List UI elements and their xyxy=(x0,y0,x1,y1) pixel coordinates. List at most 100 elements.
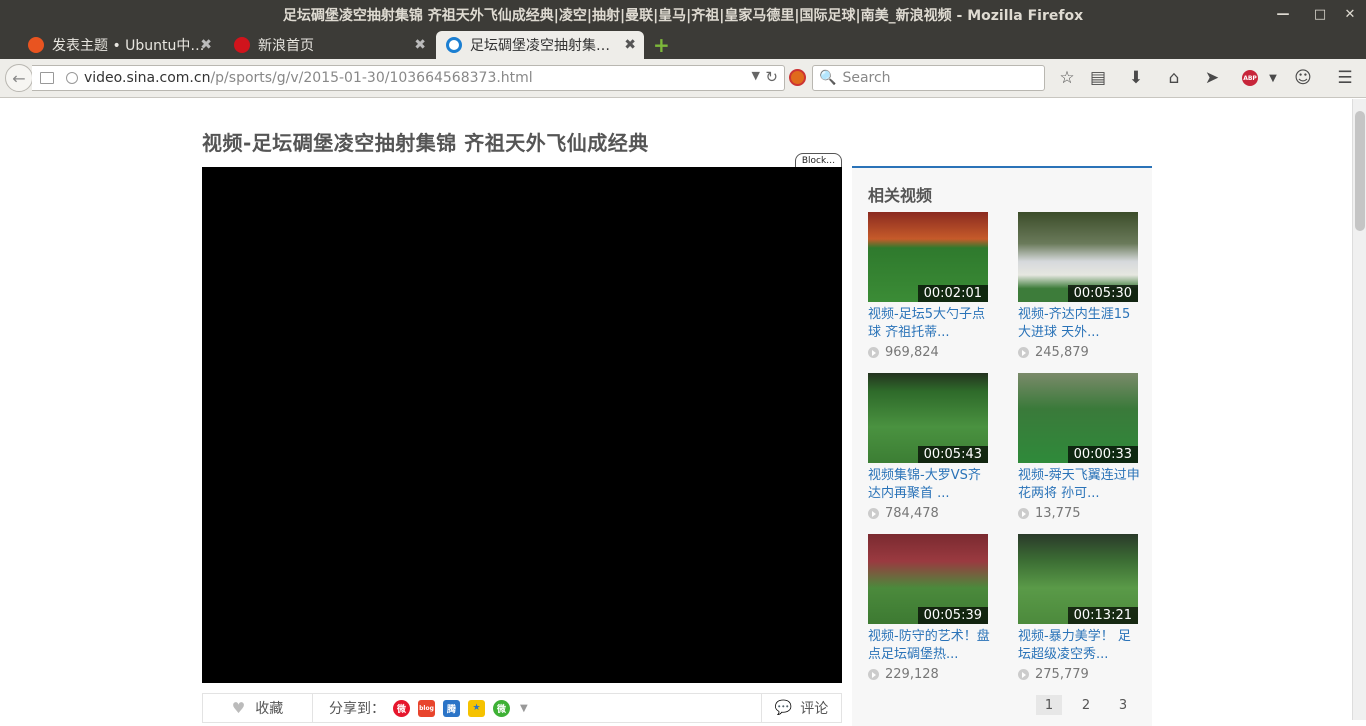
block-site-icon[interactable] xyxy=(789,69,806,86)
video-duration: 00:05:39 xyxy=(917,607,988,624)
video-link[interactable]: 视频集锦-大罗VS齐达内再聚首 ... xyxy=(868,467,990,503)
close-tab-icon[interactable]: ✖ xyxy=(624,37,636,53)
navigation-bar: ← video.sina.com.cn/p/sports/g/v/2015-01… xyxy=(0,59,1366,98)
related-video-card[interactable]: 00:05:43 视频集锦-大罗VS齐达内再聚首 ... 784,478 xyxy=(868,373,990,521)
send-icon[interactable]: ➤ xyxy=(1201,67,1223,89)
vertical-scrollbar[interactable] xyxy=(1352,99,1366,720)
reading-list-icon[interactable]: ▤ xyxy=(1087,67,1109,89)
video-link[interactable]: 视频-暴力美学！ 足坛超级凌空秀... xyxy=(1018,628,1140,664)
tab-ubuntu-forum[interactable]: 发表主题 • Ubuntu中… ✖ xyxy=(18,31,220,59)
page-icon xyxy=(40,72,54,84)
back-button[interactable]: ← xyxy=(5,64,33,92)
related-video-card[interactable]: 00:02:01 视频-足坛5大勺子点球 齐祖托蒂... 969,824 xyxy=(868,212,990,360)
play-count-icon xyxy=(1018,669,1029,680)
tencent-weibo-share-icon[interactable]: 腾 xyxy=(443,699,460,717)
favorite-button[interactable]: ♥ 收藏 xyxy=(203,694,313,722)
view-count: 245,879 xyxy=(1018,345,1140,360)
page-content: 视频-足坛碉堡凌空抽射集锦 齐祖天外飞仙成经典 Block… ♥ 收藏 分享到：… xyxy=(0,99,1352,726)
heart-icon: ♥ xyxy=(231,699,246,717)
share-label: 分享到： xyxy=(329,701,385,717)
dropdown-arrow-icon[interactable]: ▼ xyxy=(752,69,760,82)
related-video-card[interactable]: 00:05:39 视频-防守的艺术！盘点足坛碉堡热... 229,128 xyxy=(868,534,990,682)
close-tab-icon[interactable]: ✖ xyxy=(414,37,426,53)
play-count-icon xyxy=(1018,347,1029,358)
related-video-card[interactable]: 00:00:33 视频-舜天飞翼连过申花两将 孙可... 13,775 xyxy=(1018,373,1140,521)
page-2-button[interactable]: 2 xyxy=(1073,695,1099,715)
video-thumbnail[interactable]: 00:13:21 xyxy=(1018,534,1138,624)
scrollbar-thumb[interactable] xyxy=(1355,111,1365,231)
view-count: 784,478 xyxy=(868,506,990,521)
arrow-left-icon: ← xyxy=(12,68,26,88)
close-tab-icon[interactable]: ✖ xyxy=(200,37,212,53)
view-count: 229,128 xyxy=(868,667,990,682)
video-duration: 00:02:01 xyxy=(917,285,988,302)
page-3-button[interactable]: 3 xyxy=(1110,695,1136,715)
url-bar[interactable]: video.sina.com.cn/p/sports/g/v/2015-01-3… xyxy=(32,65,785,91)
search-icon: 🔍 xyxy=(819,70,837,86)
close-window-icon[interactable]: ✕ xyxy=(1338,0,1362,29)
video-link[interactable]: 视频-防守的艺术！盘点足坛碉堡热... xyxy=(868,628,990,664)
view-count: 13,775 xyxy=(1018,506,1140,521)
window-titlebar: 足坛碉堡凌空抽射集锦 齐祖天外飞仙成经典|凌空|抽射|曼联|皇马|齐祖|皇家马德… xyxy=(0,0,1366,29)
related-pagination: 1 2 3 xyxy=(1036,695,1147,715)
video-thumbnail[interactable]: 00:05:43 xyxy=(868,373,988,463)
ubuntu-icon xyxy=(28,37,44,53)
share-more-icon[interactable]: ▼ xyxy=(520,703,528,714)
video-thumbnail[interactable]: 00:05:30 xyxy=(1018,212,1138,302)
minimize-icon[interactable]: — xyxy=(1271,0,1295,29)
maximize-icon[interactable]: □ xyxy=(1308,0,1332,29)
adblock-icon[interactable]: ABP xyxy=(1242,70,1258,86)
video-link[interactable]: 视频-舜天飞翼连过申花两将 孙可... xyxy=(1018,467,1140,503)
video-link[interactable]: 视频-足坛5大勺子点球 齐祖托蒂... xyxy=(868,306,990,342)
video-link[interactable]: 视频-齐达内生涯15大进球 天外... xyxy=(1018,306,1140,342)
globe-icon xyxy=(66,72,78,84)
play-count-icon xyxy=(1018,508,1029,519)
download-icon[interactable]: ⬇ xyxy=(1125,67,1147,89)
tab-label: 足坛碉堡凌空抽射集… xyxy=(470,38,610,54)
view-count: 275,779 xyxy=(1018,667,1140,682)
video-thumbnail[interactable]: 00:05:39 xyxy=(868,534,988,624)
video-thumbnail[interactable]: 00:02:01 xyxy=(868,212,988,302)
search-input[interactable]: 🔍 Search xyxy=(812,65,1045,91)
play-count-icon xyxy=(868,669,879,680)
favorite-label: 收藏 xyxy=(255,701,284,717)
video-title: 视频-足坛碉堡凌空抽射集锦 齐祖天外飞仙成经典 xyxy=(202,131,649,155)
search-placeholder: Search xyxy=(842,70,891,86)
related-videos-panel: 相关视频 00:02:01 视频-足坛5大勺子点球 齐祖托蒂... 969,82… xyxy=(852,166,1152,726)
tab-label: 新浪首页 xyxy=(258,38,314,54)
home-icon[interactable]: ⌂ xyxy=(1163,67,1185,89)
qzone-share-icon[interactable]: ★ xyxy=(468,699,485,717)
reload-icon[interactable]: ↻ xyxy=(765,68,778,86)
comment-label: 评论 xyxy=(800,701,829,717)
url-text[interactable]: video.sina.com.cn/p/sports/g/v/2015-01-3… xyxy=(84,70,533,86)
video-duration: 00:13:21 xyxy=(1067,607,1138,624)
video-duration: 00:00:33 xyxy=(1067,446,1138,463)
wechat-share-icon[interactable]: 微 xyxy=(493,699,510,717)
new-tab-icon[interactable]: + xyxy=(653,33,670,57)
window-title: 足坛碉堡凌空抽射集锦 齐祖天外飞仙成经典|凌空|抽射|曼联|皇马|齐祖|皇家马德… xyxy=(282,7,1084,24)
video-thumbnail[interactable]: 00:00:33 xyxy=(1018,373,1138,463)
related-video-card[interactable]: 00:05:30 视频-齐达内生涯15大进球 天外... 245,879 xyxy=(1018,212,1140,360)
tab-sina-video[interactable]: 足坛碉堡凌空抽射集… ✖ xyxy=(436,31,644,59)
video-player[interactable] xyxy=(202,167,842,683)
page-1-button[interactable]: 1 xyxy=(1036,695,1062,715)
blog-share-icon[interactable]: blog xyxy=(418,699,435,717)
video-action-bar: ♥ 收藏 分享到： 微 blog 腾 ★ 微 ▼ 💬 评论 xyxy=(202,693,842,723)
comment-button[interactable]: 💬 评论 xyxy=(761,694,841,722)
view-count: 969,824 xyxy=(868,345,990,360)
play-count-icon xyxy=(868,347,879,358)
menu-icon[interactable]: ☰ xyxy=(1334,67,1356,89)
tab-label: 发表主题 • Ubuntu中… xyxy=(52,38,205,54)
video-duration: 00:05:30 xyxy=(1067,285,1138,302)
related-video-card[interactable]: 00:13:21 视频-暴力美学！ 足坛超级凌空秀... 275,779 xyxy=(1018,534,1140,682)
related-videos-title: 相关视频 xyxy=(868,186,933,205)
sina-video-icon xyxy=(446,37,462,53)
tab-bar: 发表主题 • Ubuntu中… ✖ 新浪首页 ✖ 足坛碉堡凌空抽射集… ✖ xyxy=(0,29,1366,59)
tab-sina-home[interactable]: 新浪首页 ✖ xyxy=(224,31,434,59)
weibo-share-icon[interactable]: 微 xyxy=(393,699,410,717)
video-duration: 00:05:43 xyxy=(917,446,988,463)
adblock-dropdown-icon[interactable]: ▼ xyxy=(1262,67,1284,89)
bookmark-star-icon[interactable]: ☆ xyxy=(1056,67,1078,89)
chat-icon[interactable]: ☺ xyxy=(1292,67,1314,89)
play-count-icon xyxy=(868,508,879,519)
